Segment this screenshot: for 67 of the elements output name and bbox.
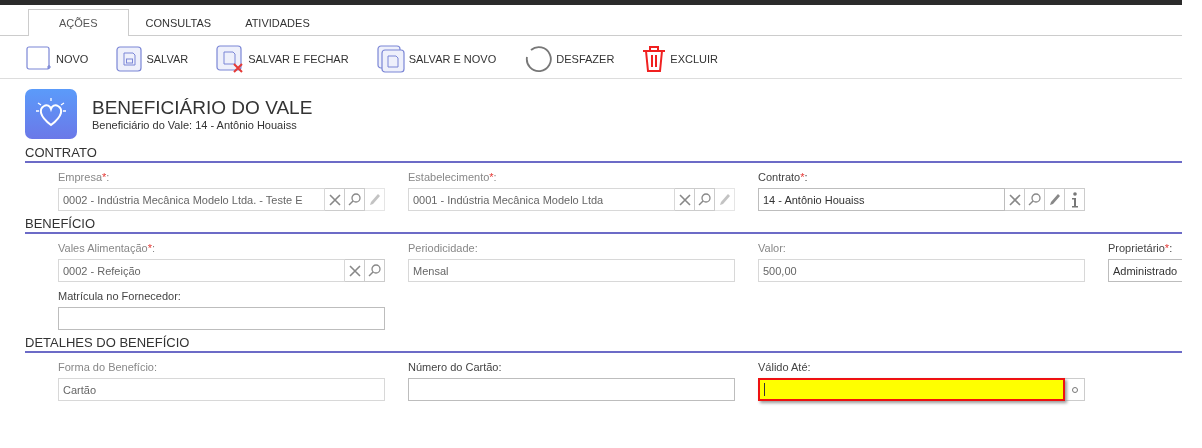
text-cursor: [764, 383, 765, 396]
search-button[interactable]: [1025, 188, 1045, 211]
page-title: BENEFICIÁRIO DO VALE: [92, 96, 313, 119]
toolbar-button[interactable]: SALVAR E NOVO: [376, 44, 497, 73]
close-icon: [678, 193, 691, 206]
clear-button[interactable]: [345, 259, 365, 282]
input-field[interactable]: [58, 307, 385, 330]
calendar-button[interactable]: [1065, 378, 1085, 401]
search-icon: [348, 193, 361, 206]
toolbar-button[interactable]: NOVO: [26, 45, 89, 72]
trash-icon: [642, 44, 667, 73]
save-close-icon: [216, 44, 245, 73]
field-label: Vales Alimentação*:: [58, 242, 157, 256]
input-field[interactable]: 500,00: [758, 259, 1085, 282]
toolbar-button[interactable]: EXCLUIR: [642, 44, 719, 73]
field-label: Válido Até:: [758, 361, 812, 375]
input-field[interactable]: [758, 378, 1065, 401]
section-title: CONTRATO: [25, 145, 1182, 163]
tab[interactable]: CONSULTAS: [128, 9, 229, 36]
search-icon: [368, 264, 381, 277]
field-label: Periodicidade:: [408, 242, 479, 256]
input-field[interactable]: Cartão: [58, 378, 385, 401]
input-field[interactable]: 0001 - Indústria Mecânica Modelo Ltda: [408, 188, 675, 211]
edit-button[interactable]: [1045, 188, 1065, 211]
save-copy-icon: [376, 44, 405, 73]
search-button[interactable]: [345, 188, 365, 211]
section-title: BENEFÍCIO: [25, 216, 1182, 234]
field-label: Empresa*:: [58, 171, 111, 185]
input-field[interactable]: Administrado: [1108, 259, 1182, 282]
page-subtitle: Beneficiário do Vale: 14 - Antônio Houaiss: [92, 118, 298, 131]
input-field[interactable]: 14 - Antônio Houaiss: [758, 188, 1005, 211]
pencil-icon: [1048, 192, 1061, 207]
toolbar-button[interactable]: SALVAR: [116, 45, 189, 72]
section-title: DETALHES DO BENEFÍCIO: [25, 335, 1182, 353]
toolbar-button[interactable]: SALVAR E FECHAR: [216, 44, 349, 73]
input-field[interactable]: Mensal: [408, 259, 735, 282]
search-button[interactable]: [365, 259, 385, 282]
search-icon: [1028, 193, 1041, 206]
info-button[interactable]: [1065, 188, 1085, 211]
field-label: Estabelecimento*:: [408, 171, 498, 185]
calendar-icon: [1069, 384, 1080, 395]
search-icon: [698, 193, 711, 206]
field-label: Contrato*:: [758, 171, 809, 185]
save-icon: [116, 45, 143, 72]
field-label: Número do Cartão:: [408, 361, 503, 375]
new-document-icon: [26, 45, 52, 72]
toolbar-button[interactable]: DESFAZER: [524, 44, 615, 73]
info-icon: [1070, 191, 1079, 208]
field-label: Matrícula no Fornecedor:: [58, 290, 182, 304]
field-label: Valor:: [758, 242, 787, 256]
input-field[interactable]: 0002 - Indústria Mecânica Modelo Ltda. - Teste E: [58, 188, 325, 211]
tab[interactable]: AÇÕES: [28, 9, 129, 36]
close-icon: [328, 193, 341, 206]
pencil-icon: [718, 192, 731, 207]
pencil-icon: [368, 192, 381, 207]
field-label: Proprietário*:: [1108, 242, 1174, 256]
close-icon: [348, 264, 361, 277]
search-button[interactable]: [695, 188, 715, 211]
clear-button[interactable]: [675, 188, 695, 211]
tab[interactable]: ATIVIDADES: [228, 9, 327, 36]
clear-button[interactable]: [1005, 188, 1025, 211]
field-label: Forma do Benefício:: [58, 361, 159, 375]
undo-icon: [524, 44, 553, 73]
close-icon: [1008, 193, 1021, 206]
clear-button[interactable]: [325, 188, 345, 211]
input-field[interactable]: 0002 - Refeição: [58, 259, 345, 282]
input-field[interactable]: [408, 378, 735, 401]
